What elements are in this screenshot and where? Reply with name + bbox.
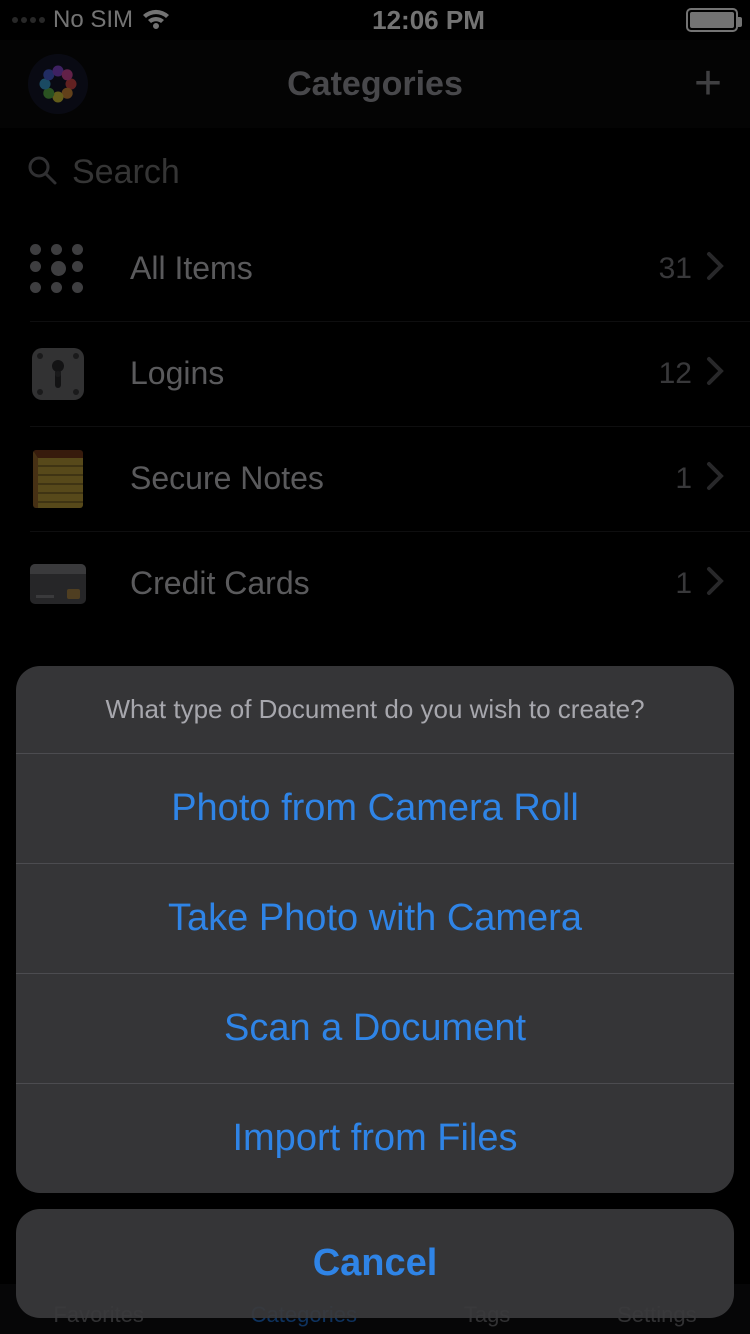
- credit-cards-icon: [30, 556, 86, 612]
- category-label: Secure Notes: [130, 460, 675, 497]
- category-row-all-items[interactable]: All Items 31: [0, 216, 750, 321]
- category-count: 1: [675, 567, 692, 601]
- category-row-credit-cards[interactable]: Credit Cards 1: [0, 531, 750, 636]
- status-bar: No SIM 12:06 PM: [0, 0, 750, 40]
- search-input[interactable]: [72, 153, 724, 192]
- all-items-icon: [30, 241, 86, 297]
- secure-notes-icon: [30, 451, 86, 507]
- chevron-right-icon: [706, 461, 724, 496]
- search-bar[interactable]: [0, 128, 750, 216]
- app-logo-icon[interactable]: [28, 54, 88, 114]
- add-button[interactable]: +: [694, 60, 722, 108]
- clock: 12:06 PM: [372, 5, 485, 36]
- signal-dots-icon: [12, 17, 45, 23]
- logins-icon: [30, 346, 86, 402]
- category-count: 1: [675, 462, 692, 496]
- search-icon: [26, 154, 58, 191]
- action-import-from-files[interactable]: Import from Files: [16, 1083, 734, 1193]
- category-row-logins[interactable]: Logins 12: [0, 321, 750, 426]
- action-photo-from-roll[interactable]: Photo from Camera Roll: [16, 753, 734, 863]
- action-sheet: What type of Document do you wish to cre…: [16, 666, 734, 1318]
- nav-bar: Categories +: [0, 40, 750, 128]
- page-title: Categories: [287, 65, 463, 104]
- action-take-photo[interactable]: Take Photo with Camera: [16, 863, 734, 973]
- category-row-secure-notes[interactable]: Secure Notes 1: [0, 426, 750, 531]
- category-count: 12: [659, 357, 692, 391]
- chevron-right-icon: [706, 356, 724, 391]
- action-scan-document[interactable]: Scan a Document: [16, 973, 734, 1083]
- wifi-icon: [141, 8, 171, 32]
- category-count: 31: [659, 252, 692, 286]
- carrier-label: No SIM: [53, 6, 133, 34]
- category-label: All Items: [130, 250, 659, 287]
- action-sheet-title: What type of Document do you wish to cre…: [16, 666, 734, 753]
- chevron-right-icon: [706, 566, 724, 601]
- category-label: Credit Cards: [130, 565, 675, 602]
- chevron-right-icon: [706, 251, 724, 286]
- action-sheet-cancel[interactable]: Cancel: [16, 1209, 734, 1318]
- battery-icon: [686, 8, 738, 32]
- category-label: Logins: [130, 355, 659, 392]
- category-list: All Items 31 Logins 12 Secure Notes 1 Cr…: [0, 216, 750, 636]
